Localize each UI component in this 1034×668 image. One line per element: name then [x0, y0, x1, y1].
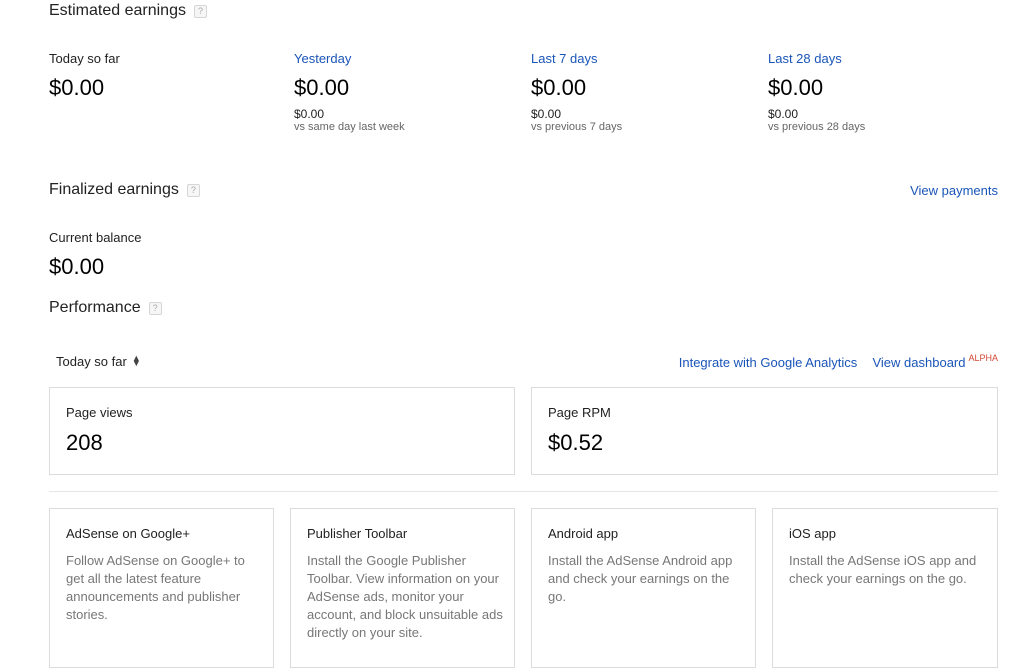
alpha-badge: ALPHA [968, 353, 998, 363]
current-balance: Current balance $0.00 [49, 230, 142, 280]
last7-earnings: Last 7 days $0.00 $0.00 vs previous 7 da… [531, 51, 622, 133]
balance-label: Current balance [49, 230, 142, 245]
today-label: Today so far [49, 51, 120, 66]
performance-heading: Performance? [49, 299, 162, 317]
card-title: Android app [548, 526, 619, 541]
date-range-select[interactable]: Today so far ▲ ▼ [56, 353, 141, 370]
last7-value: $0.00 [531, 75, 587, 100]
last7-compare-value: $0.00 [531, 107, 562, 121]
last28-earnings: Last 28 days $0.00 $0.00 vs previous 28 … [768, 51, 865, 133]
page-views-value: 208 [66, 430, 103, 455]
last28-link[interactable]: Last 28 days [768, 51, 865, 66]
last7-compare-label: vs previous 7 days [531, 121, 623, 133]
today-value: $0.00 [49, 75, 105, 100]
integrate-analytics-link[interactable]: Integrate with Google Analytics [679, 355, 858, 370]
card-description: Install the AdSense Android app and chec… [548, 553, 733, 604]
card-title: Publisher Toolbar [307, 526, 408, 541]
sort-arrows-icon: ▲ ▼ [131, 353, 141, 368]
card-adsense-google-plus[interactable]: AdSense on Google+ Follow AdSense on Goo… [49, 508, 274, 668]
card-description: Install the Google Publisher Toolbar. Vi… [307, 553, 503, 640]
today-earnings: Today so far $0.00 [49, 51, 120, 101]
yesterday-value: $0.00 [294, 75, 350, 100]
page-rpm-box: Page RPM $0.52 [531, 387, 998, 475]
finalized-earnings-heading: Finalized earnings? [49, 181, 200, 199]
card-description: Install the AdSense iOS app and check yo… [789, 553, 977, 586]
finalized-earnings-title: Finalized earnings [49, 181, 179, 198]
last28-compare-label: vs previous 28 days [768, 121, 866, 133]
page-rpm-label: Page RPM [548, 405, 611, 420]
help-icon[interactable]: ? [193, 5, 207, 18]
page-rpm-value: $0.52 [548, 430, 604, 455]
balance-value: $0.00 [49, 254, 105, 279]
view-payments-link[interactable]: View payments [910, 183, 998, 198]
card-ios-app[interactable]: iOS app Install the AdSense iOS app and … [772, 508, 998, 668]
estimated-earnings-heading: Estimated earnings? [49, 2, 207, 20]
page-views-box: Page views 208 [49, 387, 515, 475]
section-divider [49, 491, 998, 492]
help-icon[interactable]: ? [186, 184, 200, 197]
card-title: AdSense on Google+ [66, 526, 190, 541]
last28-compare-value: $0.00 [768, 107, 799, 121]
estimated-earnings-title: Estimated earnings [49, 2, 186, 19]
last7-link[interactable]: Last 7 days [531, 51, 622, 66]
performance-title: Performance [49, 299, 141, 316]
view-dashboard-link[interactable]: View dashboard [872, 355, 965, 370]
date-range-value: Today so far [56, 354, 127, 369]
yesterday-compare-label: vs same day last week [294, 121, 405, 133]
card-title: iOS app [789, 526, 836, 541]
yesterday-link[interactable]: Yesterday [294, 51, 405, 66]
yesterday-compare-value: $0.00 [294, 107, 325, 121]
card-description: Follow AdSense on Google+ to get all the… [66, 553, 245, 622]
help-icon[interactable]: ? [148, 302, 162, 315]
page-views-label: Page views [66, 405, 133, 420]
card-publisher-toolbar[interactable]: Publisher Toolbar Install the Google Pub… [290, 508, 515, 668]
yesterday-earnings: Yesterday $0.00 $0.00 vs same day last w… [294, 51, 405, 133]
card-android-app[interactable]: Android app Install the AdSense Android … [531, 508, 756, 668]
last28-value: $0.00 [768, 75, 824, 100]
performance-links: Integrate with Google Analytics View das… [679, 353, 998, 370]
